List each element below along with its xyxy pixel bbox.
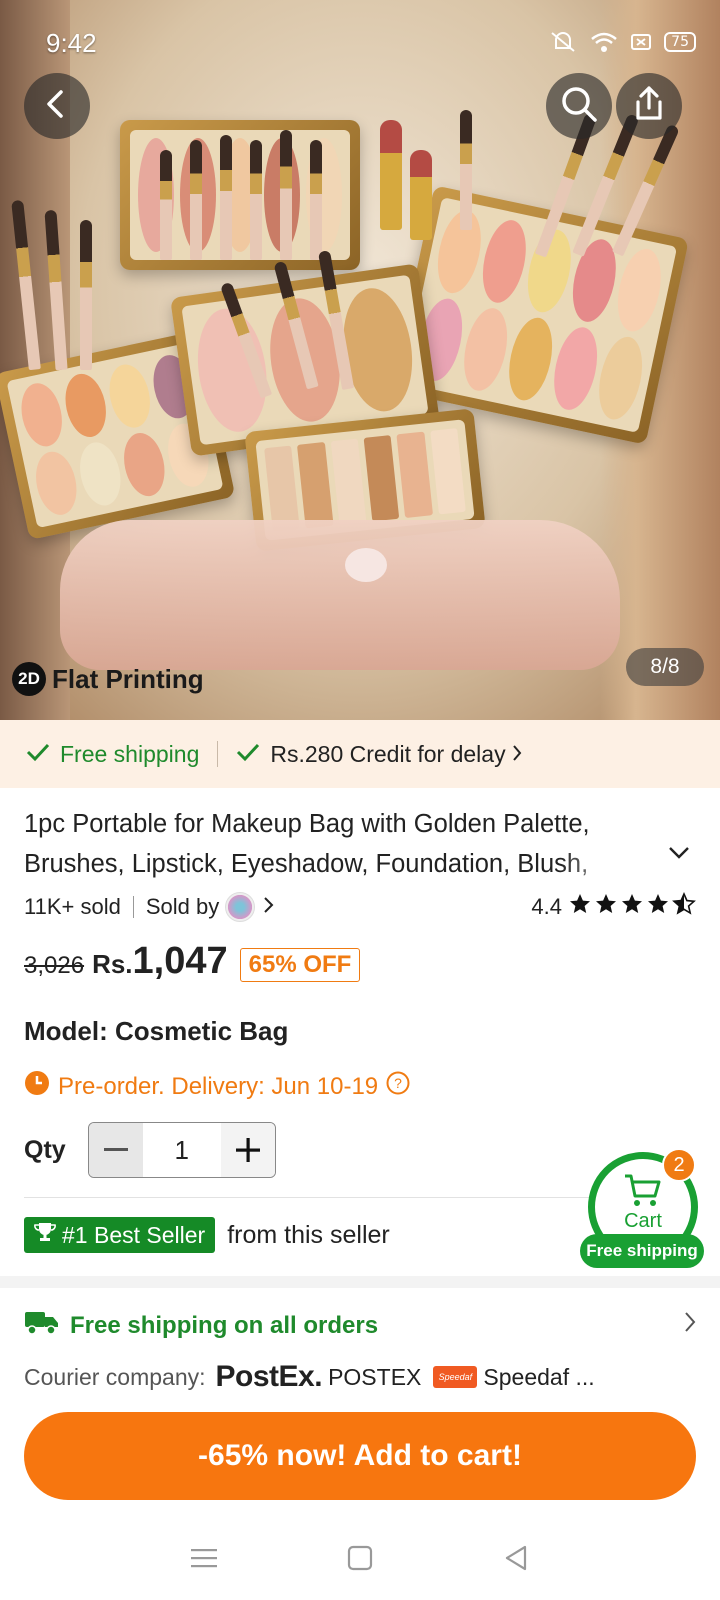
brush-illustration xyxy=(310,140,322,260)
postex-logo: PostEx. xyxy=(215,1360,323,1393)
seller-avatar[interactable] xyxy=(225,892,256,922)
truck-icon xyxy=(24,1308,60,1343)
system-nav-bar xyxy=(0,1520,720,1600)
qty-label: Qty xyxy=(24,1135,66,1164)
brush-illustration xyxy=(220,135,232,260)
status-time: 9:42 xyxy=(46,28,97,58)
product-image-gallery[interactable]: 9:42 75 2D Flat Printing 8/8 xyxy=(0,0,720,720)
expand-title-button[interactable] xyxy=(668,846,690,865)
status-icons: 75 xyxy=(548,30,696,54)
brush-illustration xyxy=(190,140,202,260)
check-icon xyxy=(236,741,260,768)
share-icon xyxy=(630,84,668,129)
qty-value[interactable]: 1 xyxy=(143,1123,221,1177)
brush-illustration xyxy=(460,110,472,230)
star-icon xyxy=(594,892,618,922)
print-type-tag: 2D Flat Printing xyxy=(12,662,204,696)
print-type-badge: 2D xyxy=(12,662,46,696)
speedaf-name: Speedaf ... xyxy=(483,1363,595,1390)
sale-price: 1,047 xyxy=(132,940,228,982)
original-price: 3,026 xyxy=(24,952,85,979)
cart-count-badge: 2 xyxy=(662,1148,696,1182)
status-bar: 9:42 75 xyxy=(0,0,720,88)
product-meta-row: 11K+ sold Sold by 4.4 xyxy=(24,890,696,924)
shipping-info-row[interactable]: Free shipping on all orders xyxy=(24,1308,696,1343)
sold-count: 11K+ sold xyxy=(24,894,121,919)
add-to-cart-button[interactable]: -65% now! Add to cart! xyxy=(24,1412,696,1500)
best-seller-badge: #1 Best Seller xyxy=(24,1217,216,1253)
best-seller-label: #1 Best Seller xyxy=(62,1221,206,1248)
discount-badge: 65% OFF xyxy=(239,948,361,982)
chevron-right-icon xyxy=(512,741,522,768)
shipping-strip[interactable]: Free shipping Rs.280 Credit for delay xyxy=(0,720,720,788)
half-star-icon xyxy=(672,892,696,922)
quantity-stepper[interactable]: 1 xyxy=(87,1122,276,1178)
brush-illustration xyxy=(250,140,262,260)
chevron-right-icon[interactable] xyxy=(263,894,274,920)
chevron-down-icon xyxy=(668,847,690,864)
star-icon xyxy=(568,892,592,922)
home-icon[interactable] xyxy=(347,1545,373,1576)
search-button[interactable] xyxy=(546,73,612,139)
brush-illustration xyxy=(80,220,92,370)
speedaf-logo: Speedaf xyxy=(433,1366,478,1388)
back-button[interactable] xyxy=(24,73,90,139)
floating-cart-button[interactable]: Cart 2 Free shipping xyxy=(580,1148,704,1268)
postex-name: POSTEX xyxy=(328,1363,422,1390)
cart-label: Cart xyxy=(624,1210,662,1232)
divider xyxy=(132,896,134,918)
back-icon[interactable] xyxy=(503,1544,529,1577)
search-icon xyxy=(559,84,599,129)
lipstick-illustration xyxy=(380,120,402,230)
lipstick-illustration xyxy=(410,150,432,240)
brush-illustration xyxy=(160,150,172,260)
back-arrow-icon xyxy=(43,89,71,124)
divider xyxy=(24,1197,624,1198)
battery-icon: 75 xyxy=(664,32,696,52)
hand-illustration xyxy=(60,520,620,670)
check-icon xyxy=(26,741,50,768)
decrease-qty-button[interactable] xyxy=(88,1123,143,1177)
sold-by-label[interactable]: Sold by xyxy=(146,894,219,920)
brush-illustration xyxy=(280,130,292,260)
best-seller-row[interactable]: #1 Best Seller from this seller xyxy=(24,1217,390,1253)
preorder-text: Pre-order. Delivery: Jun 10-19 xyxy=(58,1072,379,1100)
best-seller-text: from this seller xyxy=(227,1220,390,1249)
currency: Rs. xyxy=(92,949,133,979)
cart-icon xyxy=(623,1172,663,1213)
share-button[interactable] xyxy=(616,73,682,139)
print-type-label: Flat Printing xyxy=(52,663,204,694)
divider xyxy=(217,741,219,767)
wifi-icon xyxy=(590,31,618,53)
star-icon xyxy=(620,892,644,922)
title-fade xyxy=(560,846,640,884)
palette-illustration xyxy=(120,120,360,270)
hand-illustration xyxy=(345,548,387,582)
rating[interactable]: 4.4 xyxy=(531,892,696,922)
sim-icon xyxy=(630,32,652,52)
svg-text:?: ? xyxy=(394,1075,402,1091)
image-counter: 8/8 xyxy=(626,648,704,686)
courier-row: Courier company: PostEx. POSTEX Speedaf … xyxy=(24,1360,595,1394)
help-icon[interactable]: ? xyxy=(386,1071,410,1102)
price-row: 3,026 Rs. 1,047 65% OFF xyxy=(24,940,361,990)
delay-credit-link[interactable]: Rs.280 Credit for delay xyxy=(270,741,505,768)
increase-qty-button[interactable] xyxy=(220,1123,275,1177)
star-icon xyxy=(646,892,670,922)
quantity-row: Qty 1 xyxy=(24,1122,276,1178)
courier-label: Courier company: xyxy=(24,1363,206,1390)
model-selector[interactable]: Model: Cosmetic Bag xyxy=(24,1016,288,1047)
preorder-notice: Pre-order. Delivery: Jun 10-19 ? xyxy=(24,1070,410,1103)
menu-icon[interactable] xyxy=(191,1547,217,1574)
free-shipping-all-orders: Free shipping on all orders xyxy=(70,1311,379,1339)
section-separator xyxy=(0,1276,720,1288)
trophy-icon xyxy=(34,1221,56,1249)
cart-free-shipping-tag: Free shipping xyxy=(580,1234,704,1268)
chevron-right-icon xyxy=(684,1311,696,1340)
rating-value: 4.4 xyxy=(531,894,562,919)
clock-icon xyxy=(24,1070,50,1103)
mute-icon xyxy=(548,30,578,54)
free-shipping-label: Free shipping xyxy=(60,740,200,767)
